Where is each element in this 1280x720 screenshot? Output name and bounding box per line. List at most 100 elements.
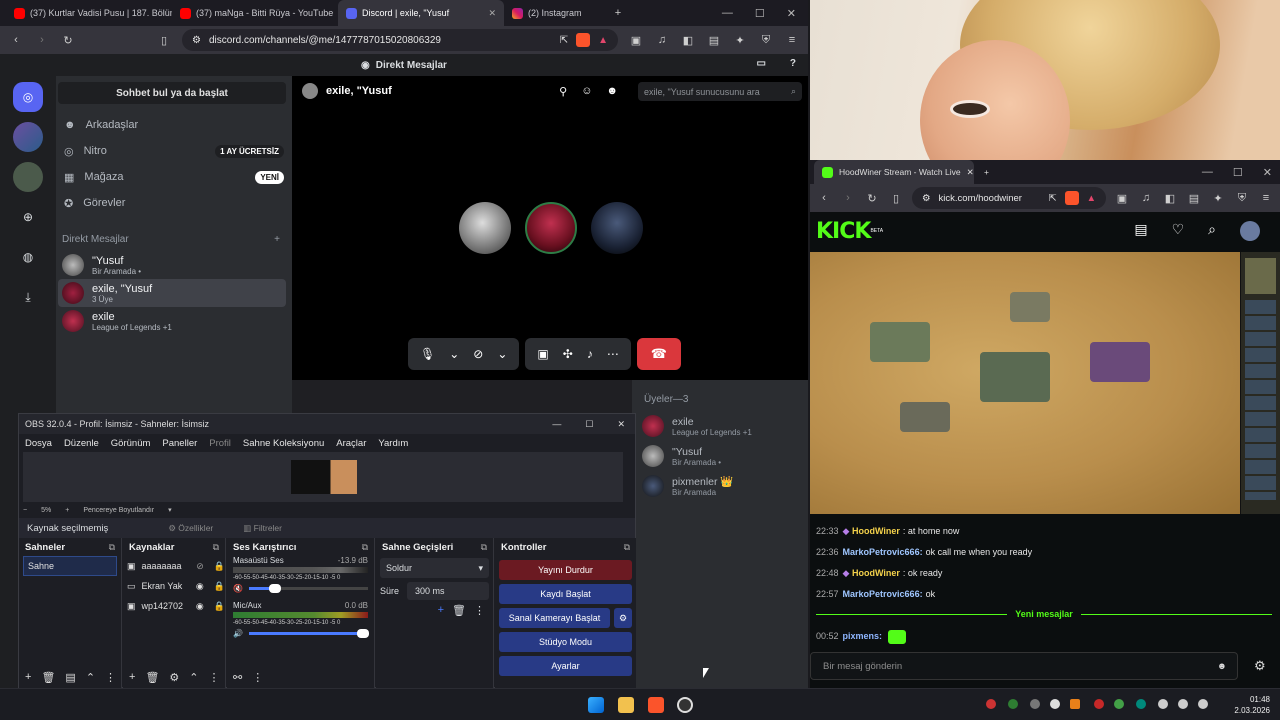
brave-shield-icon[interactable]	[1064, 191, 1079, 205]
dm-item-selected[interactable]: exile, "Yusuf 3 Üye	[58, 279, 286, 307]
tab-instagram[interactable]: (2) Instagram	[504, 0, 670, 26]
add-icon[interactable]: +	[129, 671, 135, 684]
new-tab-icon[interactable]: +	[610, 5, 626, 21]
activities-icon[interactable]: ✣	[563, 347, 573, 361]
menu-scene-collection[interactable]: Sahne Koleksiyonu	[243, 438, 324, 449]
lock-icon[interactable]: 🔒	[214, 581, 225, 592]
maximize-icon[interactable]: ☐	[585, 419, 593, 430]
add-icon[interactable]: +	[25, 671, 31, 684]
extensions-icon[interactable]: ✦	[1210, 190, 1226, 206]
download-icon[interactable]: ⤓	[13, 282, 43, 312]
brave-rewards-icon[interactable]: ▲	[1087, 193, 1096, 204]
soundboard-icon[interactable]: ♪	[587, 347, 593, 361]
volume-slider-knob[interactable]	[269, 584, 282, 593]
tray-app-icon[interactable]	[986, 699, 996, 709]
properties-button[interactable]: ⚙ Özellikler	[168, 523, 213, 534]
menu-docks[interactable]: Paneller	[162, 438, 197, 449]
disconnect-button[interactable]: ☎	[636, 338, 681, 370]
tray-app-icon[interactable]	[1070, 699, 1080, 709]
media-icon[interactable]: ♫	[654, 32, 670, 48]
nav-quests[interactable]: ✪ Görevler	[62, 190, 284, 216]
maximize-icon[interactable]: ☐	[755, 7, 765, 20]
discord-home-icon[interactable]: ◎	[13, 82, 43, 112]
avatar[interactable]	[1240, 221, 1260, 241]
url-field[interactable]: ⚙ kick.com/hoodwiner ⇱ ▲	[912, 187, 1106, 209]
clock[interactable]: 01:48 2.03.2026	[1212, 694, 1270, 716]
obs-icon[interactable]	[677, 697, 693, 713]
start-virtual-camera-button[interactable]: Sanal Kamerayı Başlat	[499, 608, 610, 628]
chat-settings-icon[interactable]: ⚙	[1254, 658, 1266, 674]
share-icon[interactable]: ⇱	[560, 35, 568, 46]
tab-youtube-2[interactable]: (37) maNga - Bitti Rüya - YouTube	[172, 0, 338, 26]
more-icon[interactable]: ⋮	[474, 604, 485, 617]
start-recording-button[interactable]: Kaydı Başlat	[499, 584, 632, 604]
extensions-icon[interactable]: ✦	[732, 32, 748, 48]
forward-icon[interactable]: ›	[840, 190, 856, 206]
nav-nitro[interactable]: ◎ Nitro 1 AY ÜCRETSİZ	[62, 138, 284, 164]
tray-app-icon[interactable]	[1114, 699, 1124, 709]
menu-help[interactable]: Yardım	[378, 438, 408, 449]
wallet-icon[interactable]: ▤	[706, 32, 722, 48]
participant-avatar[interactable]	[459, 202, 511, 254]
media-icon[interactable]: ♫	[1138, 190, 1154, 206]
duration-input[interactable]: 300 ms	[407, 582, 489, 600]
more-icon[interactable]: ⋮	[209, 671, 220, 684]
find-conversation-button[interactable]: Sohbet bul ya da başlat	[58, 82, 286, 104]
menu-icon[interactable]: ≡	[1258, 190, 1274, 206]
more-icon[interactable]: ⋮	[252, 671, 263, 684]
members-icon[interactable]: ☻	[606, 85, 618, 98]
new-tab-icon[interactable]: +	[984, 167, 989, 177]
participant-avatar[interactable]	[591, 202, 643, 254]
zoom-in-icon[interactable]: +	[65, 507, 69, 514]
dm-item[interactable]: "Yusuf Bir Aramada •	[58, 251, 286, 279]
pin-icon[interactable]: ⚲	[559, 85, 567, 98]
kick-logo[interactable]: KICK	[816, 219, 871, 244]
minimize-icon[interactable]: —	[552, 419, 561, 430]
forward-icon[interactable]: ›	[34, 32, 50, 48]
chevron-down-icon[interactable]: ⌄	[449, 347, 459, 361]
source-item[interactable]: ▭ Ekran Yak ◉ 🔒	[123, 576, 225, 596]
chevron-down-icon[interactable]: ⌄	[497, 347, 507, 361]
volume-slider[interactable]	[248, 584, 368, 593]
emoji-icon[interactable]: ☻	[1217, 661, 1227, 672]
float-icon[interactable]: ⧉	[109, 542, 115, 553]
float-icon[interactable]: ⧉	[213, 542, 219, 553]
add-server-icon[interactable]: ⊕	[13, 202, 43, 232]
back-icon[interactable]: ‹	[8, 32, 24, 48]
chat-user[interactable]: HoodWiner	[852, 568, 900, 578]
menu-edit[interactable]: Düzenle	[64, 438, 99, 449]
chat-input[interactable]: Bir mesaj gönderin ☻	[810, 652, 1238, 680]
tray-app-icon[interactable]	[1094, 699, 1104, 709]
visibility-off-icon[interactable]: ⊘	[196, 561, 204, 572]
participant-avatar-speaking[interactable]	[525, 202, 577, 254]
stop-streaming-button[interactable]: Yayını Durdur	[499, 560, 632, 580]
vpn-icon[interactable]: ⛨	[1234, 190, 1250, 206]
brave-browser-icon[interactable]	[648, 697, 664, 713]
scene-item[interactable]: Sahne	[23, 556, 117, 576]
stream-video[interactable]	[810, 252, 1240, 514]
delete-icon[interactable]: 🗑	[41, 671, 55, 684]
visibility-icon[interactable]: ◉	[196, 601, 204, 612]
screen-share-icon[interactable]: ▣	[537, 347, 548, 361]
bookmark-icon[interactable]: ▯	[156, 32, 172, 48]
more-icon[interactable]: ⋮	[105, 671, 116, 684]
settings-icon[interactable]: ⚙	[169, 671, 179, 684]
virtual-camera-settings-icon[interactable]: ⚙	[614, 608, 632, 628]
chevron-down-icon[interactable]: ▾	[168, 506, 172, 514]
minimize-icon[interactable]: —	[1202, 166, 1213, 179]
add-icon[interactable]: +	[438, 604, 444, 617]
member-item[interactable]: exile League of Legends +1	[642, 411, 808, 441]
bookmark-icon[interactable]: ▯	[888, 190, 904, 206]
back-icon[interactable]: ‹	[816, 190, 832, 206]
obs-preview[interactable]	[23, 452, 623, 502]
close-tab-icon[interactable]: ✕	[967, 167, 974, 178]
settings-button[interactable]: Ayarlar	[499, 656, 632, 676]
close-window-icon[interactable]: ✕	[617, 419, 625, 430]
volume-icon[interactable]	[1198, 699, 1208, 709]
sidebar-icon[interactable]: ▣	[628, 32, 644, 48]
reader-icon[interactable]: ◧	[680, 32, 696, 48]
windows-start-icon[interactable]	[588, 697, 604, 713]
dm-item[interactable]: exile League of Legends +1	[58, 307, 286, 335]
transition-select[interactable]: Soldur ▾	[380, 558, 489, 578]
microphone-icon[interactable]	[1158, 699, 1168, 709]
